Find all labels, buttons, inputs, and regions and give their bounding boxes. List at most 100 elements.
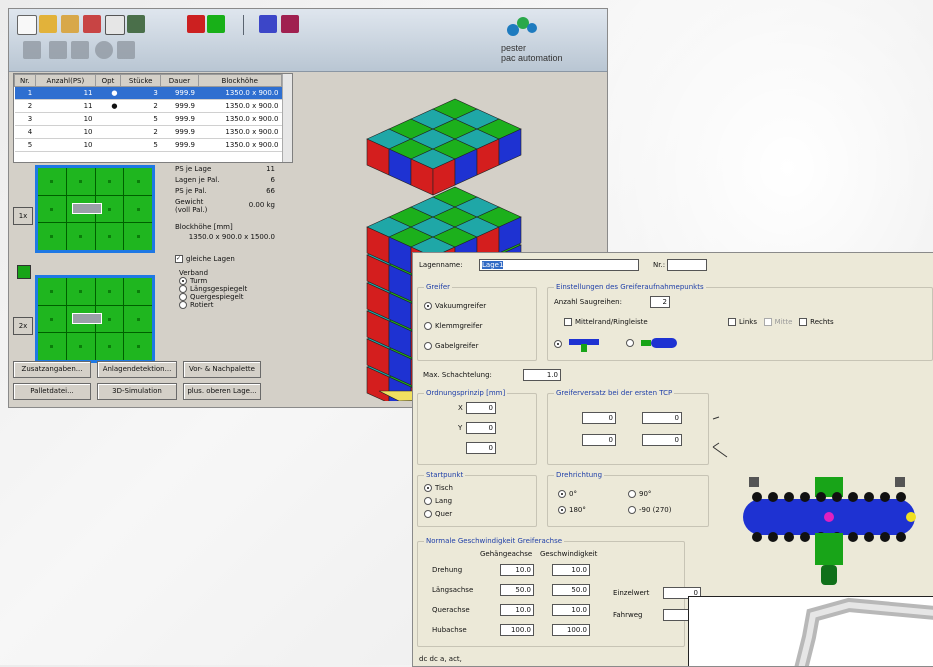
layer-green-icon[interactable] [207,15,225,33]
radio-label: 180° [569,506,586,514]
tools-icon[interactable] [127,15,145,33]
layer-stop-icon[interactable] [117,41,135,59]
zusatzangaben-button[interactable]: Zusatzangaben... [13,361,91,378]
mittelrand-checkbox[interactable]: Mittelrand/Ringleiste [564,318,648,326]
table-cell: 5 [14,138,36,152]
links-checkbox[interactable]: Links [728,318,757,326]
speed-input[interactable]: 10.0 [500,604,534,616]
layer-settings-window: Lagenname: Lage1 Nr.: Greifer Vakuumgrei… [412,252,933,667]
same-layers-checkbox[interactable]: ✓ gleiche Lagen [175,255,235,263]
radio-option[interactable]: Lang [424,495,453,508]
3d-simulation-button[interactable]: 3D-Simulation [97,383,177,400]
max-input[interactable]: 1.0 [523,369,561,381]
radio-option[interactable]: 180° [558,502,628,518]
speed-row-label: Hubachse [432,626,467,634]
radio-option[interactable]: Turm [179,277,247,285]
speed-input[interactable]: 50.0 [500,584,534,596]
anzahl-input[interactable]: 2 [650,296,670,308]
ordnung-y-input[interactable]: 0 [466,422,496,434]
table-cell: 1350.0 x 900.0 [198,125,282,139]
stack-icon[interactable] [259,15,277,33]
vor-nachpalette-button[interactable]: Vor- & Nachpalette [183,361,261,378]
open-folder-icon[interactable] [39,15,57,33]
radio-option[interactable]: Rotiert [179,301,247,309]
offset-input[interactable]: 0 [582,434,616,446]
export-icon[interactable] [83,15,101,33]
table-row[interactable]: 2 11 ● 2 999.9 1350.0 x 900.0 [14,99,282,113]
startpunkt-options: Tisch Lang Quer [424,482,453,521]
mitte-checkbox[interactable]: Mitte [763,318,792,326]
max-label: Max. Schachtelung: [423,371,492,379]
block-size-value: 1350.0 x 900.0 x 1500.0 [188,233,275,241]
radio-option[interactable]: Vakuumgreifer [424,296,486,316]
speed-input[interactable]: 50.0 [552,584,590,596]
radio-option[interactable]: Quergespiegelt [179,293,247,301]
gripper-orientation-a[interactable] [554,336,603,352]
radio-option[interactable]: Längsgespiegelt [179,285,247,293]
offset-input[interactable]: 0 [642,412,682,424]
offset-group-title: Greiferversatz bei der ersten TCP [554,389,675,397]
table-row[interactable]: 1 11 ● 3 999.9 1350.0 x 900.0 [14,86,282,100]
truck-icon[interactable] [281,15,299,33]
column-header[interactable]: Stücke [119,74,162,87]
open-recent-icon[interactable] [61,15,79,33]
setup-group-title: Einstellungen des Greiferaufnahmepunkts [554,283,706,291]
extra-label: Einzelwert [613,589,650,597]
suction-cup [896,492,906,502]
column-header[interactable]: Dauer [160,74,199,87]
layer-2x-button[interactable]: 2x [13,317,33,335]
offset-input[interactable]: 0 [582,412,616,424]
new-file-icon[interactable] [17,15,37,35]
print-icon[interactable] [105,15,125,35]
layer-back-icon[interactable] [23,41,41,59]
layer-select-icon[interactable] [17,265,31,279]
layer-pattern-bottom[interactable] [35,275,155,363]
column-header[interactable]: Nr. [14,74,36,87]
offset-input[interactable]: 0 [642,434,682,446]
layer-1x-button[interactable]: 1x [13,207,33,225]
layer-name-input[interactable]: Lage1 [479,259,639,271]
table-cell: 10 [35,125,96,139]
table-row[interactable]: 4 10 2 999.9 1350.0 x 900.0 [14,125,282,139]
speed-input[interactable]: 10.0 [552,564,590,576]
radio-option[interactable]: 90° [628,486,698,502]
column-header[interactable]: Opt [95,74,121,87]
gear-icon[interactable] [95,41,113,59]
table-cell: 11 [35,99,96,113]
palletdatei-button[interactable]: Palletdatei... [13,383,91,400]
ordnung-z-input[interactable]: 0 [466,442,496,454]
table-cell: 3 [14,112,36,126]
nr-label: Nr.: [653,261,666,269]
table-scrollbar[interactable] [282,74,292,162]
radio-option[interactable]: 0° [558,486,628,502]
radio-option[interactable]: Tisch [424,482,453,495]
rechts-checkbox[interactable]: Rechts [799,318,834,326]
radio-option[interactable]: -90 (270) [628,502,698,518]
layer-pattern-top[interactable] [35,165,155,253]
table-row[interactable]: 5 10 5 999.9 1350.0 x 900.0 [14,138,282,152]
speed-input[interactable]: 100.0 [500,624,534,636]
layer-fill-icon[interactable] [71,41,89,59]
column-header[interactable]: Blockhöhe [197,74,282,87]
radio-label: 0° [569,490,577,498]
layer-red-icon[interactable] [187,15,205,33]
obere-lage-button[interactable]: plus. oberen Lage... [183,383,261,400]
table-cell: 1350.0 x 900.0 [198,86,282,100]
ordnung-x-input[interactable]: 0 [466,402,496,414]
nr-input[interactable] [667,259,707,271]
gripper-orientation-b[interactable] [626,336,679,350]
radio-option[interactable]: Gabelgreifer [424,336,486,356]
anlagendetektion-button[interactable]: Anlagendetektion... [97,361,177,378]
speed-input[interactable]: 10.0 [500,564,534,576]
layer-name-value: Lage1 [482,261,504,269]
column-header[interactable]: Anzahl(PS) [34,74,97,87]
toolbar: pester pac automation [9,9,607,72]
layer-grid-icon[interactable] [49,41,67,59]
radio-option[interactable]: Quer [424,508,453,521]
info-label: Blockhöhe [mm] [175,223,233,231]
radio-option[interactable]: Klemmgreifer [424,316,486,336]
suction-cup [784,532,794,542]
table-row[interactable]: 3 10 5 999.9 1350.0 x 900.0 [14,112,282,126]
speed-input[interactable]: 10.0 [552,604,590,616]
speed-input[interactable]: 100.0 [552,624,590,636]
